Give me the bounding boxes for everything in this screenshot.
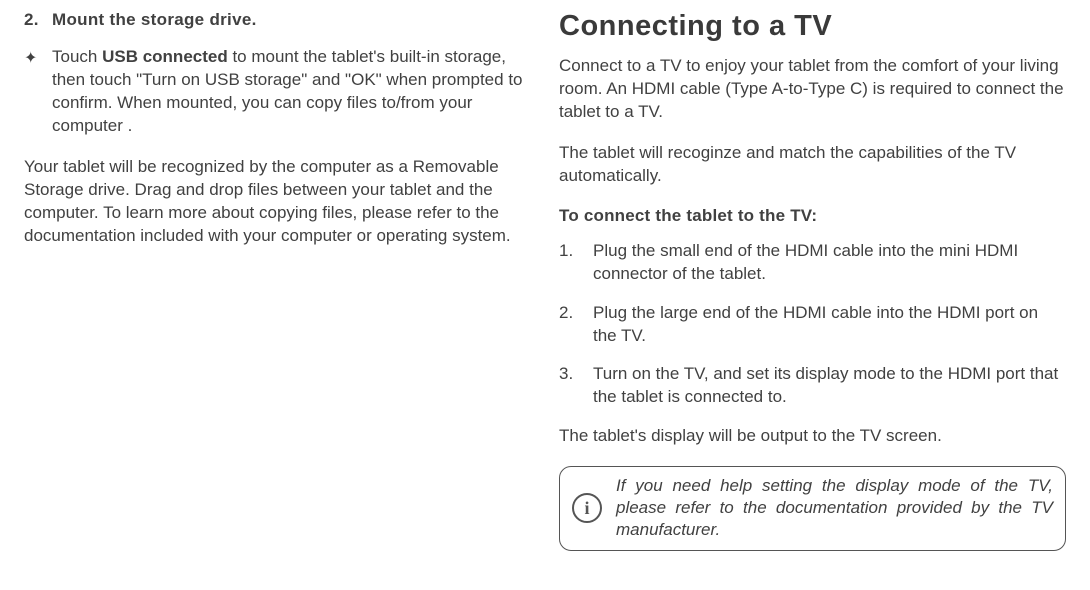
- step-text-1: Plug the small end of the HDMI cable int…: [593, 240, 1066, 286]
- info-callout: i If you need help setting the display m…: [559, 466, 1066, 550]
- step-num-3: 3.: [559, 363, 593, 409]
- bullet-text: Touch USB connected to mount the tablet'…: [52, 46, 531, 138]
- step-num-1: 1.: [559, 240, 593, 286]
- ordered-step: 3. Turn on the TV, and set its display m…: [559, 363, 1066, 409]
- step-num-2: 2.: [559, 302, 593, 348]
- left-paragraph: Your tablet will be recognized by the co…: [24, 156, 531, 248]
- left-column: 2. Mount the storage drive. ✦ Touch USB …: [20, 10, 545, 570]
- info-text: If you need help setting the display mod…: [616, 475, 1053, 541]
- outro-paragraph: The tablet's display will be output to t…: [559, 425, 1066, 448]
- info-icon: i: [572, 493, 616, 523]
- step-title: Mount the storage drive.: [52, 10, 257, 30]
- step-text-2: Plug the large end of the HDMI cable int…: [593, 302, 1066, 348]
- bullet-pre: Touch: [52, 47, 102, 66]
- section-title: Connecting to a TV: [559, 10, 1066, 43]
- step-text-3: Turn on the TV, and set its display mode…: [593, 363, 1066, 409]
- info-icon-circle: i: [572, 493, 602, 523]
- intro-paragraph-1: Connect to a TV to enjoy your tablet fro…: [559, 55, 1066, 124]
- right-column: Connecting to a TV Connect to a TV to en…: [545, 10, 1070, 570]
- ordered-step: 2. Plug the large end of the HDMI cable …: [559, 302, 1066, 348]
- bullet-item: ✦ Touch USB connected to mount the table…: [24, 46, 531, 138]
- intro-paragraph-2: The tablet will recoginze and match the …: [559, 142, 1066, 188]
- star-icon: ✦: [24, 46, 52, 138]
- step-heading: 2. Mount the storage drive.: [24, 10, 531, 30]
- sub-heading: To connect the tablet to the TV:: [559, 206, 1066, 226]
- bullet-bold: USB connected: [102, 47, 228, 66]
- step-number: 2.: [24, 10, 52, 30]
- ordered-step: 1. Plug the small end of the HDMI cable …: [559, 240, 1066, 286]
